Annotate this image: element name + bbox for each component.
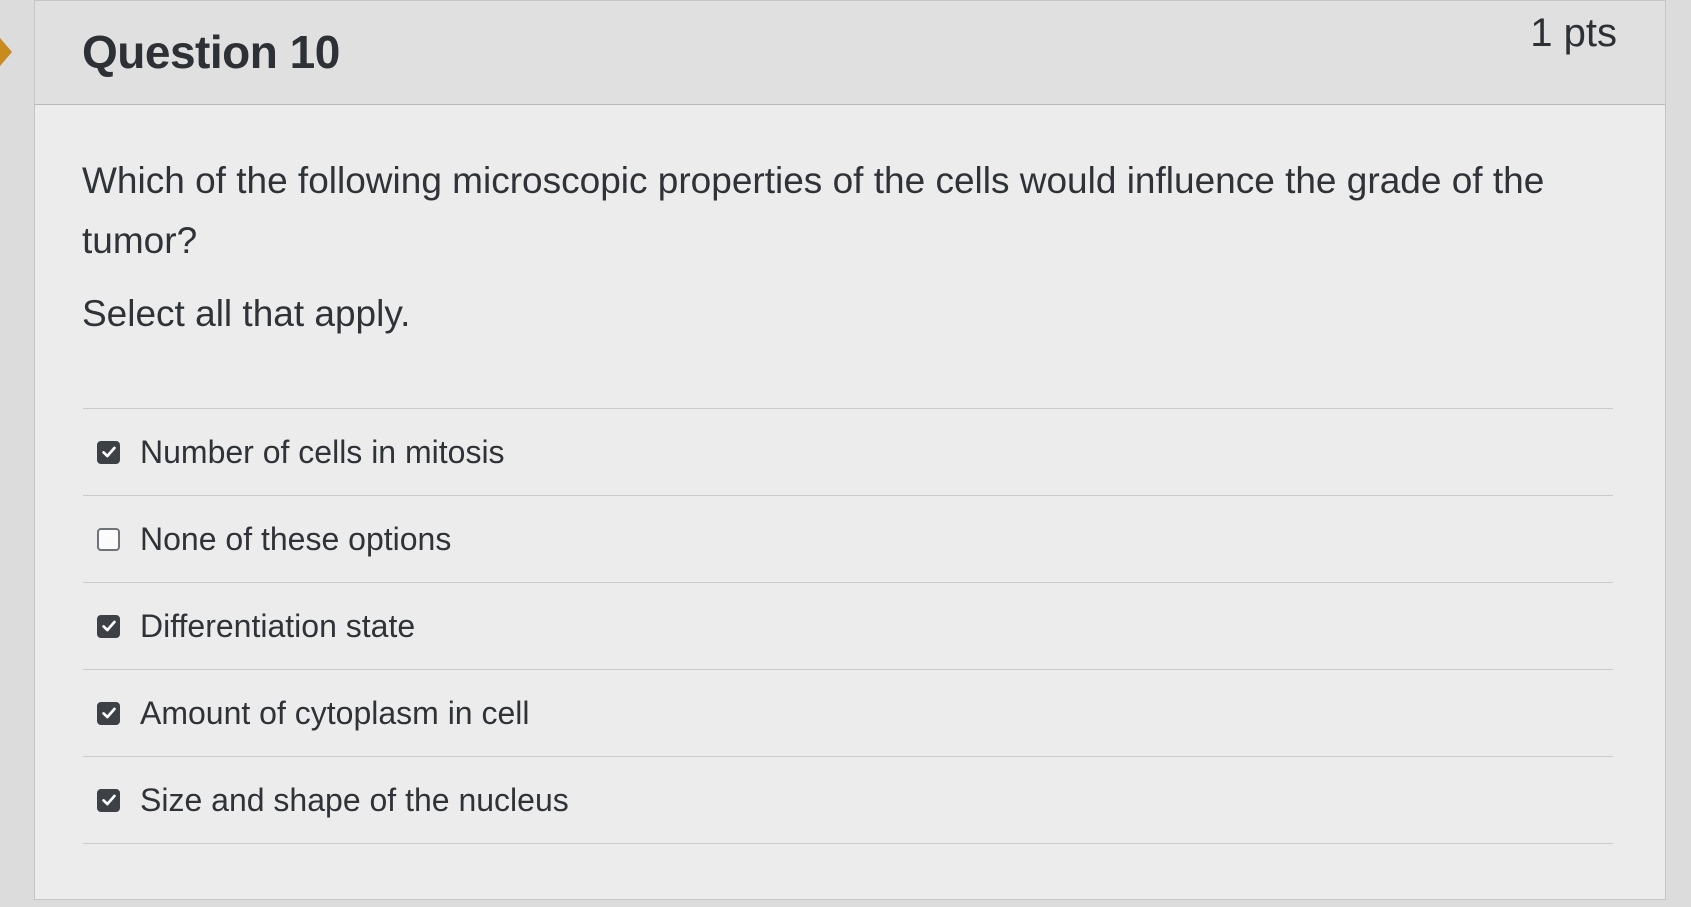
answer-checkbox[interactable] bbox=[97, 440, 120, 464]
answer-checkbox[interactable] bbox=[97, 614, 120, 638]
answer-option-3[interactable]: Differentiation state bbox=[83, 583, 1613, 670]
answer-checkbox[interactable] bbox=[97, 788, 120, 812]
check-icon bbox=[101, 620, 116, 632]
answer-label: Differentiation state bbox=[140, 607, 416, 644]
question-arrow-icon bbox=[0, 38, 12, 66]
question-header: Question 10 1 pts bbox=[35, 1, 1665, 105]
answer-checkbox[interactable] bbox=[97, 527, 120, 551]
check-icon bbox=[101, 707, 116, 719]
question-body: Which of the following microscopic prope… bbox=[82, 151, 1647, 335]
answer-option-4[interactable]: Amount of cytoplasm in cell bbox=[83, 670, 1613, 757]
question-points: 1 pts bbox=[1530, 11, 1617, 55]
answer-label: None of these options bbox=[140, 520, 452, 557]
answer-label: Size and shape of the nucleus bbox=[140, 781, 569, 818]
question-text: Which of the following microscopic prope… bbox=[82, 160, 1545, 261]
answer-label: Amount of cytoplasm in cell bbox=[140, 694, 530, 731]
check-icon bbox=[101, 794, 116, 806]
quiz-page: Question 10 1 pts Which of the following… bbox=[0, 0, 1691, 907]
answer-label: Number of cells in mitosis bbox=[140, 433, 505, 470]
question-card: Question 10 1 pts Which of the following… bbox=[34, 0, 1666, 900]
answer-option-1[interactable]: Number of cells in mitosis bbox=[83, 409, 1613, 496]
answer-list: Number of cells in mitosis None of these… bbox=[83, 408, 1613, 844]
question-instruction: Select all that apply. bbox=[82, 293, 411, 334]
question-title: Question 10 bbox=[82, 26, 340, 78]
answer-checkbox[interactable] bbox=[97, 701, 120, 725]
answer-option-2[interactable]: None of these options bbox=[83, 496, 1613, 583]
check-icon bbox=[101, 446, 116, 458]
answer-option-5[interactable]: Size and shape of the nucleus bbox=[83, 757, 1613, 844]
